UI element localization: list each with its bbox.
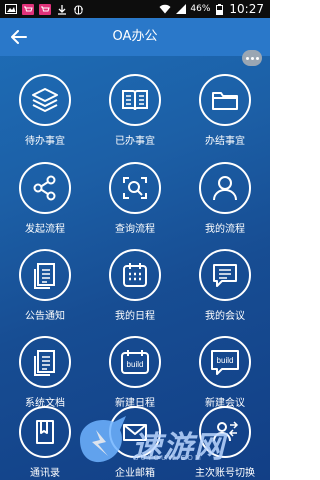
menu-item-label: 公告通知 [25, 311, 65, 322]
address-book-icon [36, 420, 54, 444]
more-options-button[interactable] [242, 50, 262, 66]
battery-icon [213, 3, 226, 15]
user-icon [213, 176, 237, 201]
build-chat-icon: build [211, 350, 239, 375]
screen: 46% 10:27 OA办公 待办事宜 已办事宜 办结事宜 发起流程 查询流程 … [0, 0, 270, 480]
menu-item-label: 发起流程 [25, 224, 65, 235]
menu-item-system-docs[interactable]: 系统文档 [0, 336, 90, 409]
menu-item-my-meeting[interactable]: 我的会议 [180, 249, 270, 322]
chat-list-icon [213, 264, 237, 287]
menu-item-announcements[interactable]: 公告通知 [0, 249, 90, 322]
status-bar: 46% 10:27 [0, 0, 270, 18]
cart-icon [38, 3, 51, 15]
app-header: OA办公 [0, 18, 270, 56]
document-icon [34, 263, 55, 289]
menu-item-label: 我的日程 [115, 311, 155, 322]
menu-item-label: 我的流程 [205, 224, 245, 235]
back-button[interactable] [8, 26, 30, 48]
build-badge: build [217, 356, 234, 365]
stack-layers-icon [32, 88, 58, 112]
menu-item-new-schedule[interactable]: build 新建日程 [90, 336, 180, 409]
watermark-logo [80, 416, 126, 463]
watermark-subtext: SUYOUW.COM [134, 454, 203, 462]
menu-item-query-flow[interactable]: 查询流程 [90, 162, 180, 235]
debug-icon [72, 3, 85, 15]
menu-item-label: 我的会议 [205, 311, 245, 322]
clock: 10:27 [229, 2, 264, 16]
cart-icon [21, 3, 34, 15]
battery-percent: 46% [190, 4, 211, 14]
menu-item-label: 待办事宜 [25, 136, 65, 147]
download-icon [55, 3, 68, 15]
build-calendar-icon: build [121, 350, 149, 374]
menu-item-pending[interactable]: 待办事宜 [0, 74, 90, 147]
arrow-left-icon [11, 30, 27, 44]
menu-item-start-flow[interactable]: 发起流程 [0, 162, 90, 235]
share-icon [33, 175, 56, 201]
wifi-icon [158, 3, 171, 15]
menu-item-label: 办结事宜 [205, 136, 245, 147]
menu-item-my-schedule[interactable]: 我的日程 [90, 249, 180, 322]
open-book-icon [122, 90, 148, 111]
menu-item-my-flow[interactable]: 我的流程 [180, 162, 270, 235]
gallery-icon [4, 3, 17, 15]
watermark: 速游网 SUYOUW.COM [70, 410, 260, 470]
calendar-icon [123, 263, 147, 287]
signal-icon [174, 3, 187, 15]
document-icon [34, 350, 55, 376]
build-badge: build [127, 360, 144, 369]
scan-search-icon [123, 177, 147, 199]
page-title: OA办公 [112, 29, 158, 44]
menu-item-done[interactable]: 已办事宜 [90, 74, 180, 147]
menu-item-closed[interactable]: 办结事宜 [180, 74, 270, 147]
menu-item-label: 已办事宜 [115, 136, 155, 147]
menu-item-label: 查询流程 [115, 224, 155, 235]
menu-item-new-meeting[interactable]: build 新建会议 [180, 336, 270, 409]
folder-icon [212, 92, 238, 110]
